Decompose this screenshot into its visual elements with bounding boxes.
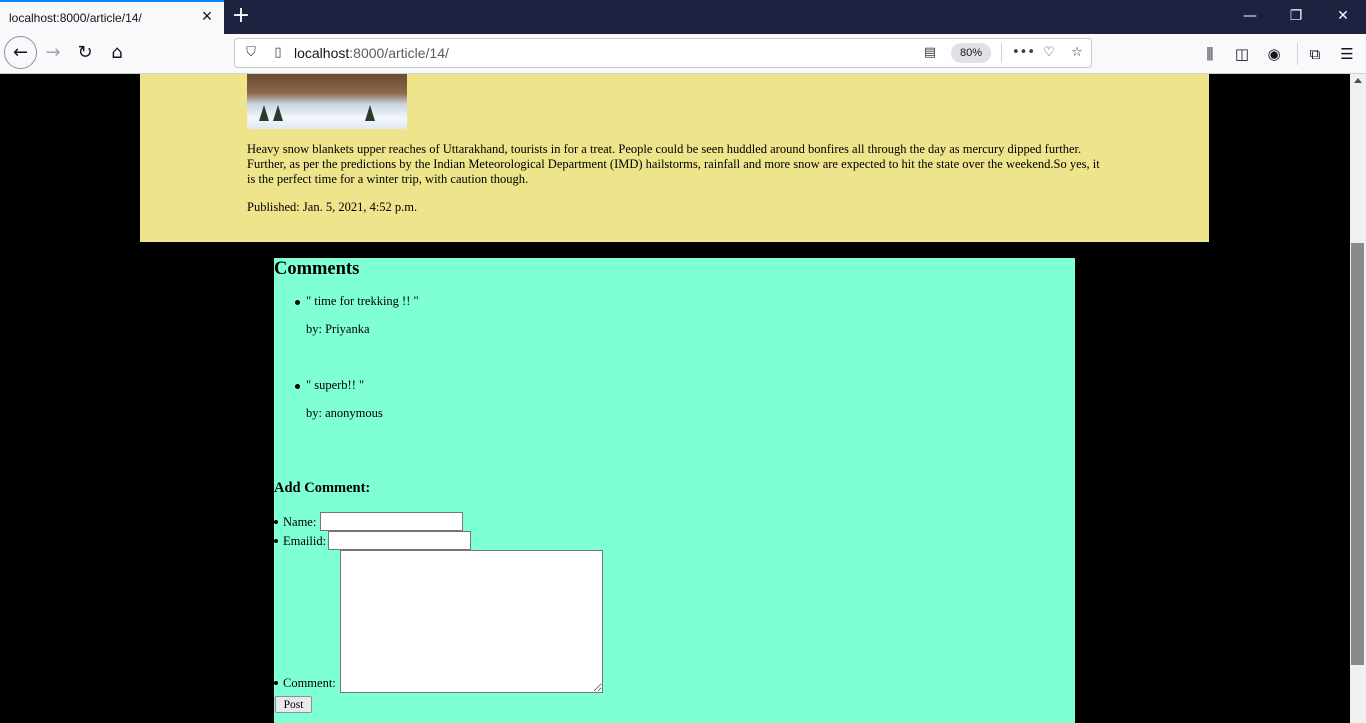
reload-icon[interactable]: ↻ [70,38,100,68]
add-comment-heading: Add Comment: [274,480,371,496]
toolbar-divider [1297,43,1298,65]
forward-icon[interactable]: → [38,38,68,68]
email-row: Emailid: [274,531,471,550]
image-tree-shape [365,105,375,121]
minimize-icon[interactable]: — [1240,6,1260,26]
new-tab-icon[interactable]: + [230,5,252,27]
email-label: Emailid: [283,534,327,548]
url-host: localhost [294,45,350,61]
back-icon[interactable]: ← [4,36,37,69]
name-input[interactable] [320,512,463,531]
comments-section: Comments " time for trekking !! " by: Pr… [274,258,1075,723]
home-icon[interactable]: ⌂ [102,38,132,68]
tab-close-icon[interactable]: × [198,7,216,25]
more-actions-icon[interactable]: ••• [1012,44,1035,62]
post-button[interactable]: Post [275,696,312,713]
tab-active[interactable]: localhost:8000/article/14/ × [0,0,224,34]
comment-list: " time for trekking !! " by: Priyanka " … [274,294,974,462]
comment-author: by: Priyanka [306,322,370,336]
article-image [247,74,407,129]
comment-item: " superb!! " by: anonymous [274,378,974,462]
nav-toolbar: ← → ↻ ⌂ ⛉ ▯ localhost:8000/article/14/ ▤… [0,34,1366,74]
comment-item: " time for trekking !! " by: Priyanka [274,294,974,378]
reader-view-icon[interactable]: ▤ [921,44,939,62]
comments-heading: Comments [274,259,360,279]
page-info-icon[interactable]: ▯ [269,44,287,62]
bookmark-star-icon[interactable]: ☆ [1068,44,1086,62]
scroll-thumb[interactable] [1351,243,1364,665]
name-row: Name: [274,512,463,531]
email-input[interactable] [328,531,471,550]
window-close-icon[interactable]: ✕ [1333,6,1353,26]
zoom-level-badge[interactable]: 80% [951,43,991,63]
page-viewport: Heavy snow blankets upper reaches of Utt… [0,74,1350,723]
tab-strip: localhost:8000/article/14/ × + — ❐ ✕ [0,0,1366,34]
pocket-icon[interactable]: ♡ [1040,44,1058,62]
tab-title: localhost:8000/article/14/ [9,11,142,25]
comment-text: " time for trekking !! " [306,294,419,308]
shield-icon[interactable]: ⛉ [242,44,260,62]
comment-label: Comment: [283,676,336,690]
extensions-icon[interactable]: ⧉ [1304,43,1326,65]
comment-form: Name: Emailid: Comment: [274,512,603,694]
address-bar[interactable]: ⛉ ▯ localhost:8000/article/14/ ▤ 80% •••… [234,38,1092,68]
restore-icon[interactable]: ❐ [1286,6,1306,26]
comment-row: Comment: [274,550,603,694]
image-tree-shape [259,105,269,121]
page-scrollbar[interactable] [1350,74,1366,723]
url-text[interactable]: localhost:8000/article/14/ [294,45,449,61]
name-label: Name: [283,515,317,529]
library-icon[interactable]: ⫼ [1199,43,1221,65]
article-card: Heavy snow blankets upper reaches of Utt… [140,74,1209,242]
url-path: :8000/article/14/ [349,45,449,61]
comment-textarea[interactable] [340,550,603,693]
menu-icon[interactable]: ☰ [1336,43,1358,65]
scroll-up-arrow-icon[interactable] [1354,78,1362,83]
image-tree-shape [273,105,283,121]
comment-author: by: anonymous [306,406,383,420]
sidebar-icon[interactable]: ◫ [1231,43,1253,65]
comment-text: " superb!! " [306,378,365,392]
url-divider [1001,43,1002,63]
published-date: Published: Jan. 5, 2021, 4:52 p.m. [247,200,418,214]
account-icon[interactable]: ◉ [1263,43,1285,65]
article-body: Heavy snow blankets upper reaches of Utt… [247,142,1100,186]
